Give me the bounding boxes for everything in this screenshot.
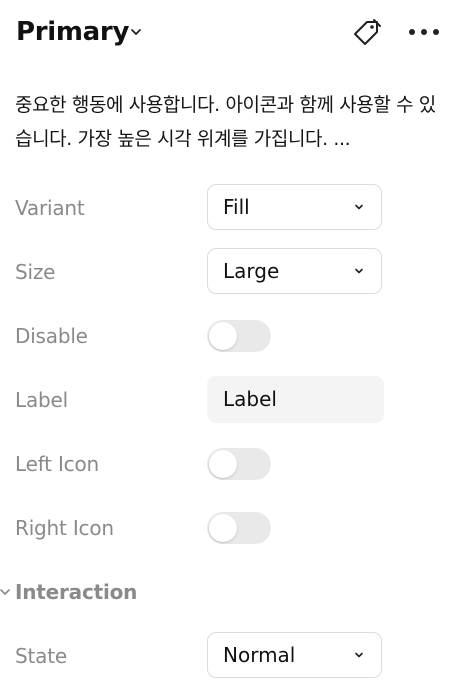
panel-header: Primary [0, 0, 460, 64]
chevron-down-icon [355, 652, 363, 658]
left-icon-row: Left Icon [0, 440, 460, 488]
chevron-down-icon [355, 204, 363, 210]
variant-select[interactable]: Fill [207, 184, 382, 230]
chevron-down-icon [0, 589, 10, 595]
state-value: Normal [223, 643, 296, 667]
state-select[interactable]: Normal [207, 632, 382, 678]
variant-label: Variant [15, 196, 85, 220]
disable-toggle[interactable] [207, 320, 271, 352]
right-icon-row: Right Icon [0, 504, 460, 552]
disable-row: Disable [0, 312, 460, 360]
chevron-down-icon [355, 268, 363, 274]
component-description: 중요한 행동에 사용합니다. 아이콘과 함께 사용할 수 있습니다. 가장 높은… [15, 94, 436, 150]
toggle-knob [209, 514, 237, 542]
size-value: Large [223, 259, 280, 283]
state-label: State [15, 644, 67, 668]
state-row: State Normal [0, 632, 460, 680]
label-input-value: Label [223, 387, 277, 411]
size-select[interactable]: Large [207, 248, 382, 294]
left-icon-toggle[interactable] [207, 448, 271, 480]
toggle-knob [209, 450, 237, 478]
variant-value: Fill [223, 195, 250, 219]
label-field-label: Label [15, 388, 68, 412]
variant-row: Variant Fill [0, 184, 460, 232]
label-row: Label Label [0, 376, 460, 424]
tag-link-icon[interactable] [352, 18, 382, 48]
interaction-section-header[interactable]: Interaction [0, 574, 460, 610]
right-icon-label: Right Icon [15, 516, 114, 540]
size-row: Size Large [0, 248, 460, 296]
chevron-down-icon[interactable] [128, 24, 144, 40]
size-label: Size [15, 260, 56, 284]
label-input[interactable]: Label [207, 376, 384, 423]
interaction-section-label: Interaction [15, 580, 138, 604]
right-icon-toggle[interactable] [207, 512, 271, 544]
toggle-knob [209, 322, 237, 350]
more-horizontal-icon[interactable] [404, 20, 444, 44]
left-icon-label: Left Icon [15, 452, 99, 476]
component-title[interactable]: Primary [16, 14, 129, 50]
disable-label: Disable [15, 324, 88, 348]
